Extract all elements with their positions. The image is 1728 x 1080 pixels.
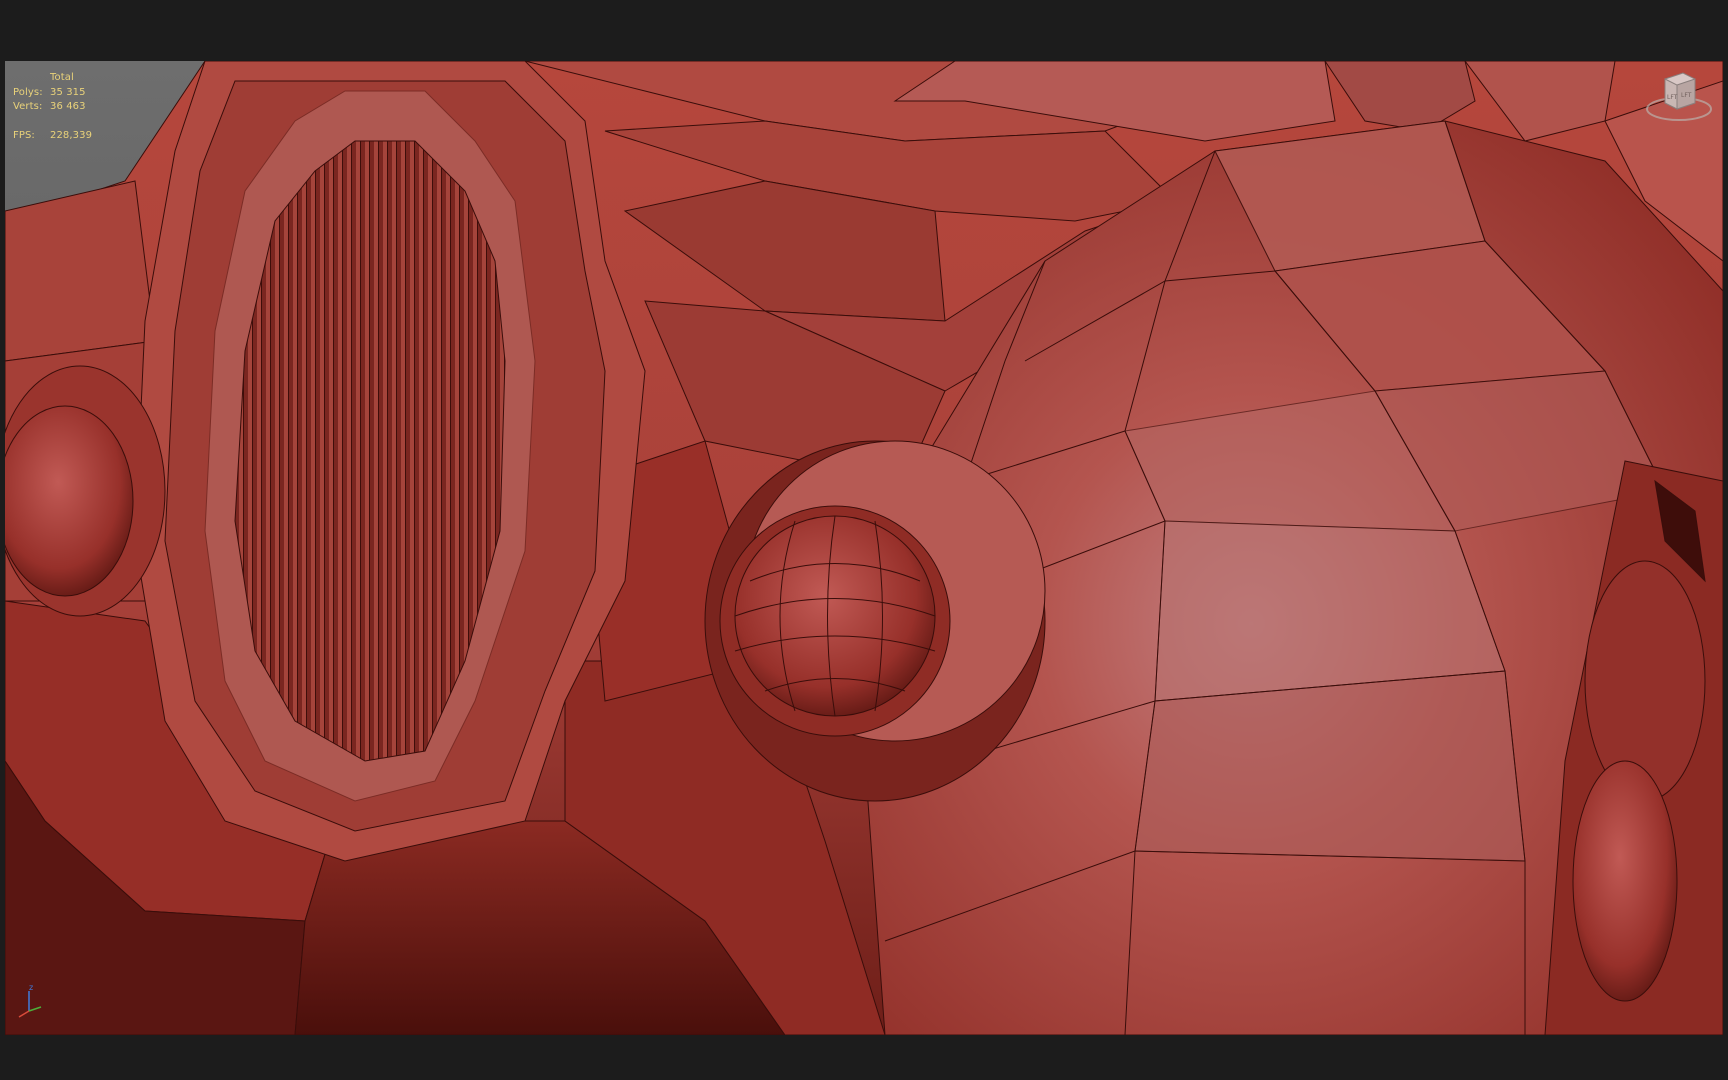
car-model-scene [5, 61, 1723, 1035]
viewcube-side-label: LFT [1681, 92, 1692, 99]
axis-tripod-icon: z [15, 981, 55, 1021]
3d-viewport[interactable]: Total Polys: 35 315 Verts: 36 463 FPS: 2… [5, 61, 1723, 1035]
application-frame: Total Polys: 35 315 Verts: 36 463 FPS: 2… [0, 0, 1728, 1080]
viewcube-icon[interactable]: LFT LFT [1643, 69, 1713, 127]
viewcube-face-label: LFT [1667, 94, 1678, 101]
axis-z-label: z [29, 983, 33, 992]
left-headlamp [5, 365, 166, 617]
center-headlamp [704, 440, 1046, 802]
